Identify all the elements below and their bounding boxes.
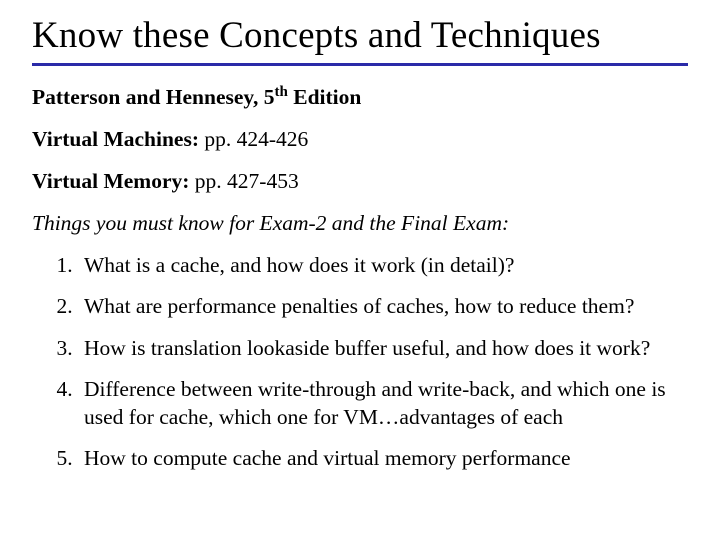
list-item: Difference between write-through and wri…	[78, 376, 688, 431]
question-list: What is a cache, and how does it work (i…	[32, 252, 688, 473]
list-item: How to compute cache and virtual memory …	[78, 445, 688, 473]
topic-virtual-memory: Virtual Memory: pp. 427-453	[32, 168, 688, 196]
topic-virtual-machines: Virtual Machines: pp. 424-426	[32, 126, 688, 154]
list-item: How is translation lookaside buffer usef…	[78, 335, 688, 363]
exam-note: Things you must know for Exam-2 and the …	[32, 210, 688, 238]
title-underline	[32, 63, 688, 66]
page-title: Know these Concepts and Techniques	[32, 14, 688, 57]
list-item: What is a cache, and how does it work (i…	[78, 252, 688, 280]
vmem-pages: pp. 427-453	[189, 169, 298, 193]
slide: Know these Concepts and Techniques Patte…	[0, 0, 720, 540]
ref-prefix: Patterson and Hennesey, 5	[32, 85, 274, 109]
list-item: What are performance penalties of caches…	[78, 293, 688, 321]
vmem-label: Virtual Memory:	[32, 169, 189, 193]
vm-pages: pp. 424-426	[199, 127, 308, 151]
reference-text: Patterson and Hennesey, 5th Edition	[32, 85, 361, 109]
ref-suffix: Edition	[288, 85, 362, 109]
reference-line: Patterson and Hennesey, 5th Edition	[32, 84, 688, 112]
ref-sup: th	[274, 84, 287, 100]
vm-label: Virtual Machines:	[32, 127, 199, 151]
